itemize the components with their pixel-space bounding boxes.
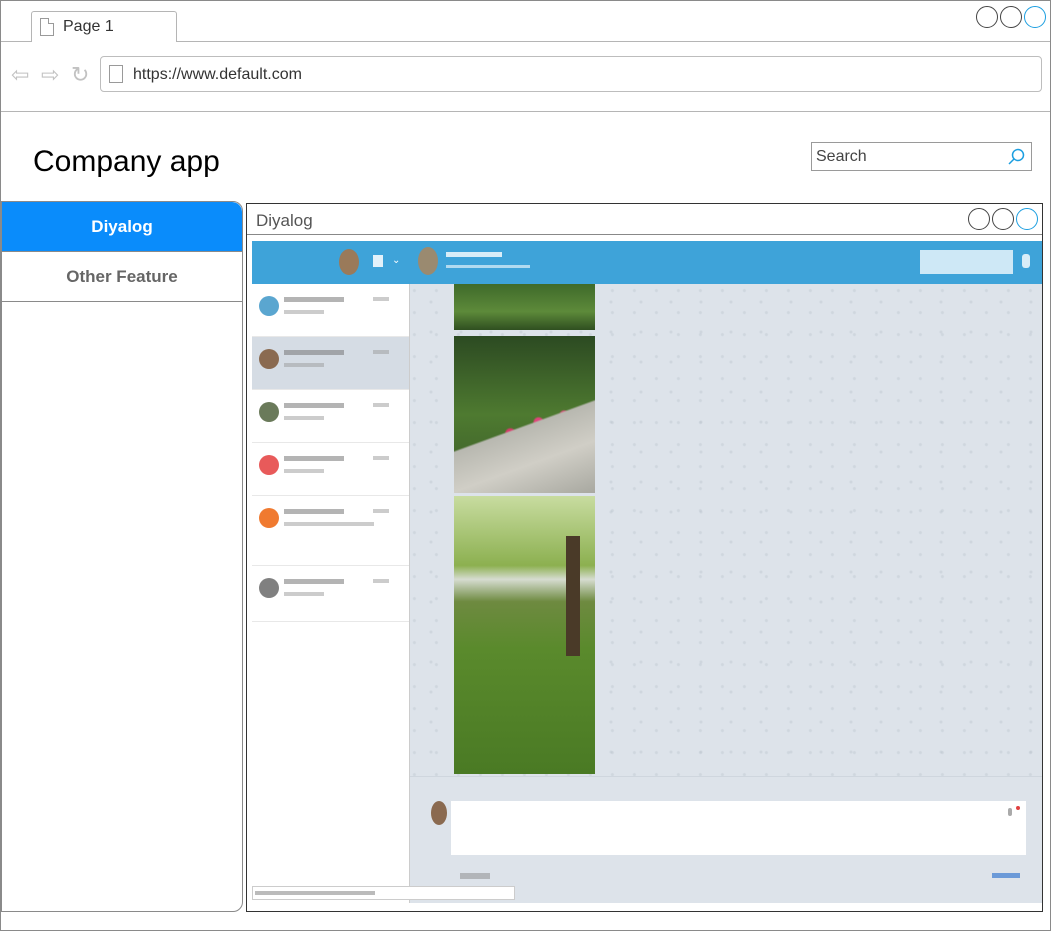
messenger-screenshot: ⌄: [252, 241, 1042, 903]
chat-list-header: ⌄: [252, 241, 410, 284]
page-icon: [109, 65, 123, 83]
forward-arrow-icon[interactable]: ⇨: [41, 64, 59, 86]
contact-status-blurred: [446, 265, 530, 268]
panel-title: Diyalog: [256, 211, 313, 230]
contact-avatar[interactable]: [418, 247, 438, 275]
tab-label: Page 1: [63, 18, 114, 35]
status-bar: [252, 886, 515, 900]
chat-list-item[interactable]: [252, 443, 409, 496]
page-icon: [40, 18, 54, 36]
search-icon[interactable]: [1006, 147, 1026, 167]
back-arrow-icon[interactable]: ⇦: [11, 64, 29, 86]
maximize-button[interactable]: [1000, 6, 1022, 28]
url-field[interactable]: https://www.default.com: [100, 56, 1042, 92]
user-avatar[interactable]: [339, 249, 359, 275]
chat-list-item[interactable]: [252, 284, 409, 337]
send-options-blurred[interactable]: [460, 873, 490, 879]
minimize-button[interactable]: [976, 6, 998, 28]
conversation-header: [410, 241, 1042, 284]
sidebar-item-other-feature[interactable]: Other Feature: [2, 252, 242, 302]
photo-message[interactable]: [454, 496, 595, 774]
url-text: https://www.default.com: [133, 66, 302, 83]
panel-header: Diyalog: [247, 204, 1042, 235]
chat-avatar: [259, 578, 279, 598]
address-bar: ⇦ ⇨ ↻ https://www.default.com: [1, 42, 1050, 112]
chat-avatar: [259, 508, 279, 528]
window-controls: [976, 6, 1046, 28]
close-button[interactable]: [1024, 6, 1046, 28]
sidebar-item-diyalog[interactable]: Diyalog: [2, 202, 242, 252]
panel-minimize-button[interactable]: [968, 208, 990, 230]
panel-maximize-button[interactable]: [992, 208, 1014, 230]
chat-search-box[interactable]: [920, 250, 1013, 274]
chat-avatar: [259, 349, 279, 369]
chat-avatar: [259, 402, 279, 422]
tab-bar: Page 1: [1, 1, 1050, 42]
chat-list: [252, 284, 410, 903]
attachment-icon[interactable]: [1008, 806, 1020, 818]
chat-avatar: [259, 296, 279, 316]
chat-list-item[interactable]: [252, 390, 409, 443]
chat-list-item[interactable]: [252, 566, 409, 622]
chat-list-item[interactable]: [252, 337, 409, 390]
chat-avatar: [259, 455, 279, 475]
compose-icon[interactable]: [373, 255, 383, 267]
sidebar: Diyalog Other Feature: [1, 201, 243, 912]
send-button[interactable]: [992, 873, 1020, 878]
message-input[interactable]: [451, 801, 1026, 855]
search-input[interactable]: [816, 146, 1006, 167]
message-composer: [410, 776, 1042, 903]
contact-name-blurred: [446, 252, 502, 257]
chevron-down-icon[interactable]: ⌄: [392, 255, 400, 266]
panel-close-button[interactable]: [1016, 208, 1038, 230]
app-title: Company app: [33, 145, 220, 178]
browser-window: Page 1 ⇦ ⇨ ↻ https://www.default.com Com…: [0, 0, 1051, 931]
panel-window-controls: [968, 208, 1038, 230]
photo-message[interactable]: [454, 336, 595, 493]
profile-icon[interactable]: [1022, 254, 1030, 268]
tree-trunk: [566, 536, 580, 656]
photo-message[interactable]: [454, 284, 595, 330]
my-avatar: [431, 801, 447, 825]
search-box[interactable]: [811, 142, 1032, 171]
browser-tab[interactable]: Page 1: [31, 11, 177, 42]
reload-icon[interactable]: ↻: [71, 64, 89, 86]
diyalog-panel: Diyalog ⌄: [246, 203, 1043, 912]
chat-list-item[interactable]: [252, 496, 409, 566]
